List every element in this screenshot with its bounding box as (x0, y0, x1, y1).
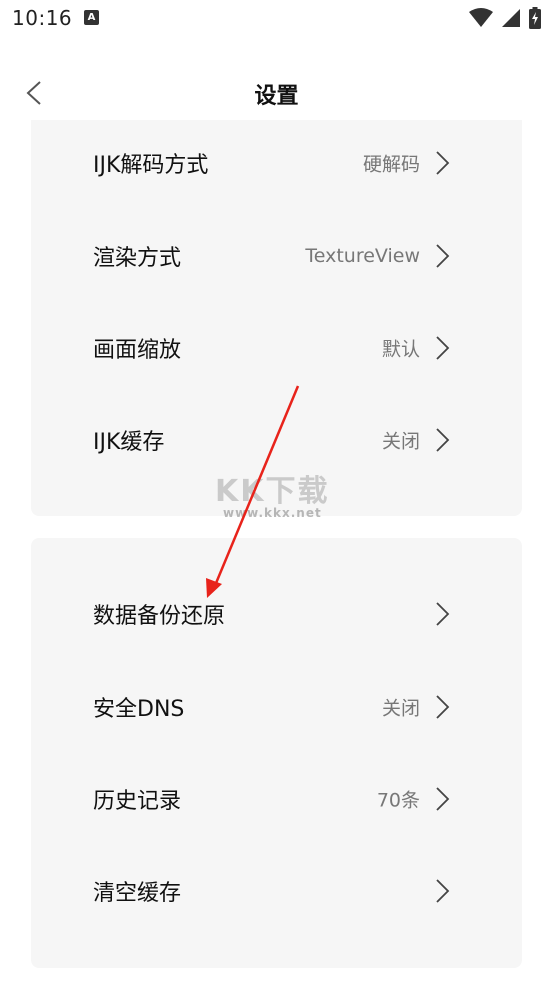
setting-value: 关闭 (381, 430, 420, 453)
setting-value: 70条 (376, 789, 420, 812)
chevron-right-icon (436, 602, 450, 626)
setting-label: 安全DNS (93, 697, 185, 722)
chevron-right-icon (436, 787, 450, 811)
chevron-right-icon (436, 428, 450, 452)
setting-row-screen-scale[interactable]: 画面缩放 默认 (31, 308, 522, 388)
wifi-icon (469, 8, 493, 27)
setting-value: 关闭 (381, 697, 420, 720)
setting-row-secure-dns[interactable]: 安全DNS 关闭 (31, 667, 522, 747)
setting-label: IJK解码方式 (93, 153, 209, 178)
page-title: 设置 (254, 84, 299, 109)
setting-row-render-mode[interactable]: 渲染方式 TextureView (31, 216, 522, 296)
setting-value: 默认 (381, 338, 420, 361)
chevron-right-icon (436, 695, 450, 719)
setting-row-history[interactable]: 历史记录 70条 (31, 759, 522, 839)
status-bar: 10:16 A (0, 0, 553, 40)
signal-icon (502, 9, 520, 27)
setting-label: 数据备份还原 (93, 604, 226, 629)
status-icons (469, 7, 541, 29)
settings-section-playback: IJK解码方式 硬解码 渲染方式 TextureView 画面缩放 默认 IJK… (31, 120, 522, 516)
setting-label: 渲染方式 (93, 246, 182, 271)
battery-charging-icon (529, 7, 541, 29)
setting-value: 硬解码 (362, 153, 420, 176)
app-header: 设置 (0, 60, 553, 126)
status-time: 10:16 (12, 6, 73, 30)
setting-row-clear-cache[interactable]: 清空缓存 (31, 851, 522, 931)
setting-row-ijk-cache[interactable]: IJK缓存 关闭 (31, 400, 522, 480)
setting-value: TextureView (305, 245, 420, 267)
setting-label: IJK缓存 (93, 430, 165, 455)
chevron-right-icon (436, 244, 450, 268)
setting-label: 画面缩放 (93, 338, 182, 363)
settings-section-data: 数据备份还原 安全DNS 关闭 历史记录 70条 清空缓存 (31, 538, 522, 968)
setting-label: 清空缓存 (93, 881, 182, 906)
chevron-right-icon (436, 151, 450, 175)
setting-label: 历史记录 (93, 789, 182, 814)
chevron-right-icon (436, 336, 450, 360)
setting-row-ijk-decode[interactable]: IJK解码方式 硬解码 (31, 123, 522, 203)
notification-icon: A (84, 10, 99, 25)
chevron-right-icon (436, 879, 450, 903)
setting-row-data-backup[interactable]: 数据备份还原 (31, 574, 522, 654)
